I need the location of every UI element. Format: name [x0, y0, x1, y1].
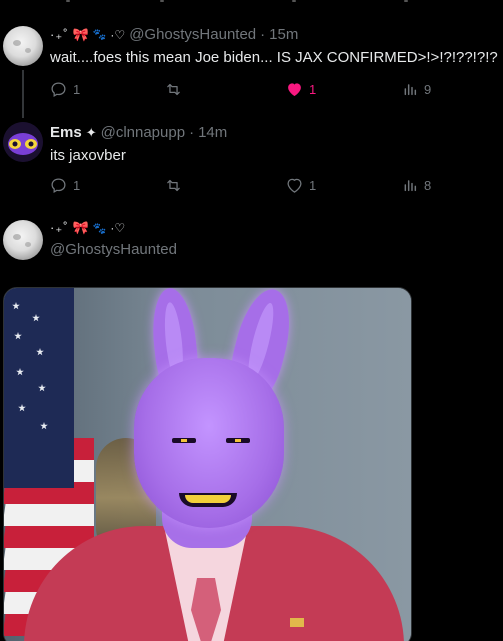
like-count: 1: [309, 177, 317, 193]
user-handle[interactable]: @clnnapupp: [101, 124, 185, 141]
star-icon: [32, 314, 40, 322]
display-name-deco[interactable]: ·₊˚: [50, 27, 69, 43]
display-name-tail: ·♡: [110, 221, 126, 235]
views-button[interactable]: 9: [402, 81, 431, 97]
star-icon: [40, 422, 48, 430]
reply-button[interactable]: 1: [50, 81, 80, 98]
separator: ·: [189, 124, 195, 141]
tweet-header: ·₊˚ 🎀 🐾 ·♡: [50, 220, 125, 236]
retweet-button[interactable]: [164, 177, 189, 194]
view-count: 8: [424, 177, 432, 193]
separator: ·: [260, 26, 266, 43]
like-button[interactable]: 1: [286, 177, 316, 193]
lapel-pin: [290, 618, 304, 627]
eye: [226, 438, 250, 443]
bow-emoji: 🎀: [72, 220, 89, 235]
sparkle-icon: ✦: [85, 124, 97, 140]
user-handle[interactable]: @GhostysHaunted: [50, 241, 177, 258]
star-icon: [12, 302, 20, 310]
paw-emoji: 🐾: [92, 29, 107, 41]
avatar[interactable]: [3, 26, 43, 66]
user-handle[interactable]: @GhostysHaunted: [129, 26, 256, 43]
smile: [179, 493, 237, 507]
tweet-header: Ems ✦ @clnnapupp · 14m: [50, 124, 227, 141]
star-icon: [16, 368, 24, 376]
display-name-tail: ·♡: [110, 27, 126, 42]
views-icon: [404, 180, 417, 192]
timestamp[interactable]: 15m: [269, 26, 298, 43]
eye: [172, 438, 196, 443]
tweet-header: ·₊˚ 🎀 🐾 ·♡ @GhostysHaunted · 15m: [50, 26, 298, 43]
star-icon: [14, 332, 22, 340]
flag-stripe: [4, 504, 94, 526]
reply-button[interactable]: 1: [50, 177, 80, 194]
tweet-image[interactable]: [3, 287, 412, 641]
tweet-text: wait....foes this mean Joe biden... IS J…: [50, 49, 498, 66]
bow-emoji: 🎀: [72, 26, 89, 42]
tweet[interactable]: Ems ✦ @clnnapupp · 14m its jaxovber 1 1 …: [0, 110, 503, 210]
like-button[interactable]: 1: [286, 81, 316, 97]
star-icon: [38, 384, 46, 392]
display-name[interactable]: Ems: [50, 124, 82, 141]
retweet-button[interactable]: [164, 81, 189, 98]
avatar[interactable]: [3, 122, 43, 162]
avatar-image: [3, 122, 43, 162]
star-icon: [18, 404, 26, 412]
view-count: 9: [424, 81, 432, 97]
star-icon: [36, 348, 44, 356]
tweet[interactable]: ·₊˚ 🎀 🐾 ·♡ @GhostysHaunted · 15m wait...…: [0, 0, 503, 118]
reply-count: 1: [73, 178, 81, 193]
tweet-actions: 1 1 8: [50, 177, 440, 197]
retweet-icon: [167, 83, 180, 96]
reply-icon: [51, 178, 66, 193]
views-icon: [404, 84, 417, 96]
tweet-text: its jaxovber: [50, 147, 126, 164]
timestamp[interactable]: 14m: [198, 124, 227, 141]
avatar[interactable]: [3, 220, 43, 260]
tweet-actions: 1 1 9: [50, 81, 440, 101]
reply-count: 1: [73, 82, 81, 97]
like-icon: [288, 83, 301, 97]
like-icon: [287, 178, 302, 193]
like-count: 1: [309, 81, 317, 97]
display-name-deco[interactable]: ·₊˚: [50, 220, 69, 236]
retweet-icon: [167, 179, 180, 192]
views-button[interactable]: 8: [402, 177, 431, 193]
flag-canton: [4, 288, 74, 488]
paw-emoji: 🐾: [92, 222, 107, 235]
reply-icon: [51, 82, 66, 97]
